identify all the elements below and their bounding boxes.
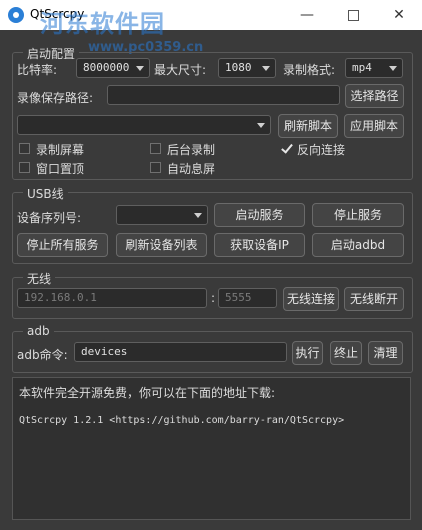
port-input[interactable]: 5555 <box>218 288 277 308</box>
log-line: QtScrcpy 1.2.1 <https://github.com/barry… <box>19 415 345 426</box>
device-ip-input[interactable]: 192.168.0.1 <box>17 288 207 308</box>
max-size-combo[interactable]: 1080 <box>218 58 276 78</box>
wireless-connect-button[interactable]: 无线连接 <box>283 287 339 311</box>
window-on-top-label: 窗口置顶 <box>36 162 85 176</box>
background-record-checkbox[interactable] <box>150 143 161 154</box>
format-combo[interactable]: mp4 <box>345 58 403 78</box>
start-service-button[interactable]: 启动服务 <box>214 203 305 227</box>
adb-command-label: adb命令: <box>17 348 68 362</box>
serial-label: 设备序列号: <box>17 211 82 225</box>
auto-screen-off-checkbox[interactable] <box>150 162 161 173</box>
refresh-script-button[interactable]: 刷新脚本 <box>278 114 338 138</box>
record-screen-checkbox[interactable] <box>19 143 30 154</box>
max-size-label: 最大尺寸: <box>154 63 207 77</box>
save-path-input[interactable] <box>107 85 340 105</box>
clear-button[interactable]: 清理 <box>368 341 403 365</box>
script-combo[interactable] <box>17 115 271 135</box>
group-title: 启动配置 <box>23 45 80 62</box>
group-title: adb <box>23 324 54 338</box>
reverse-connect-checkbox[interactable] <box>281 143 292 154</box>
close-button[interactable]: ✕ <box>376 0 422 30</box>
get-device-ip-button[interactable]: 获取设备IP <box>214 233 305 257</box>
port-separator: : <box>211 291 216 305</box>
bitrate-combo[interactable]: 8000000 <box>76 58 150 78</box>
chevron-down-icon <box>194 213 202 218</box>
chevron-down-icon <box>257 123 265 128</box>
chevron-down-icon <box>389 66 397 71</box>
serial-combo[interactable] <box>116 205 208 225</box>
maximize-button[interactable] <box>330 0 376 30</box>
stop-service-button[interactable]: 停止服务 <box>312 203 404 227</box>
app-icon <box>8 7 24 23</box>
window-on-top-checkbox[interactable] <box>19 162 30 173</box>
background-record-label: 后台录制 <box>167 143 216 157</box>
select-path-button[interactable]: 选择路径 <box>345 84 404 108</box>
execute-button[interactable]: 执行 <box>292 341 323 365</box>
auto-screen-off-label: 自动息屏 <box>167 162 216 176</box>
group-title: USB线 <box>23 185 68 202</box>
maximize-icon <box>347 9 359 21</box>
chevron-down-icon <box>136 66 144 71</box>
minimize-button[interactable]: — <box>284 0 330 30</box>
chevron-down-icon <box>262 66 270 71</box>
bitrate-label: 比特率: <box>17 63 58 77</box>
reverse-connect-label: 反向连接 <box>297 143 346 157</box>
refresh-devices-button[interactable]: 刷新设备列表 <box>116 233 207 257</box>
watermark-logo: 河东软件园 <box>40 9 165 38</box>
group-title: 无线 <box>23 270 56 287</box>
log-output[interactable]: 本软件完全开源免费，你可以在下面的地址下载: QtScrcpy 1.2.1 <h… <box>12 377 411 520</box>
start-adbd-button[interactable]: 启动adbd <box>312 233 404 257</box>
format-label: 录制格式: <box>283 63 336 77</box>
record-screen-label: 录制屏幕 <box>36 143 85 157</box>
log-line: 本软件完全开源免费，你可以在下面的地址下载: <box>19 386 276 400</box>
stop-all-services-button[interactable]: 停止所有服务 <box>17 233 108 257</box>
terminate-button[interactable]: 终止 <box>330 341 362 365</box>
apply-script-button[interactable]: 应用脚本 <box>344 114 404 138</box>
wireless-disconnect-button[interactable]: 无线断开 <box>344 287 404 311</box>
save-path-label: 录像保存路径: <box>17 91 94 105</box>
adb-command-input[interactable]: devices <box>74 342 287 362</box>
